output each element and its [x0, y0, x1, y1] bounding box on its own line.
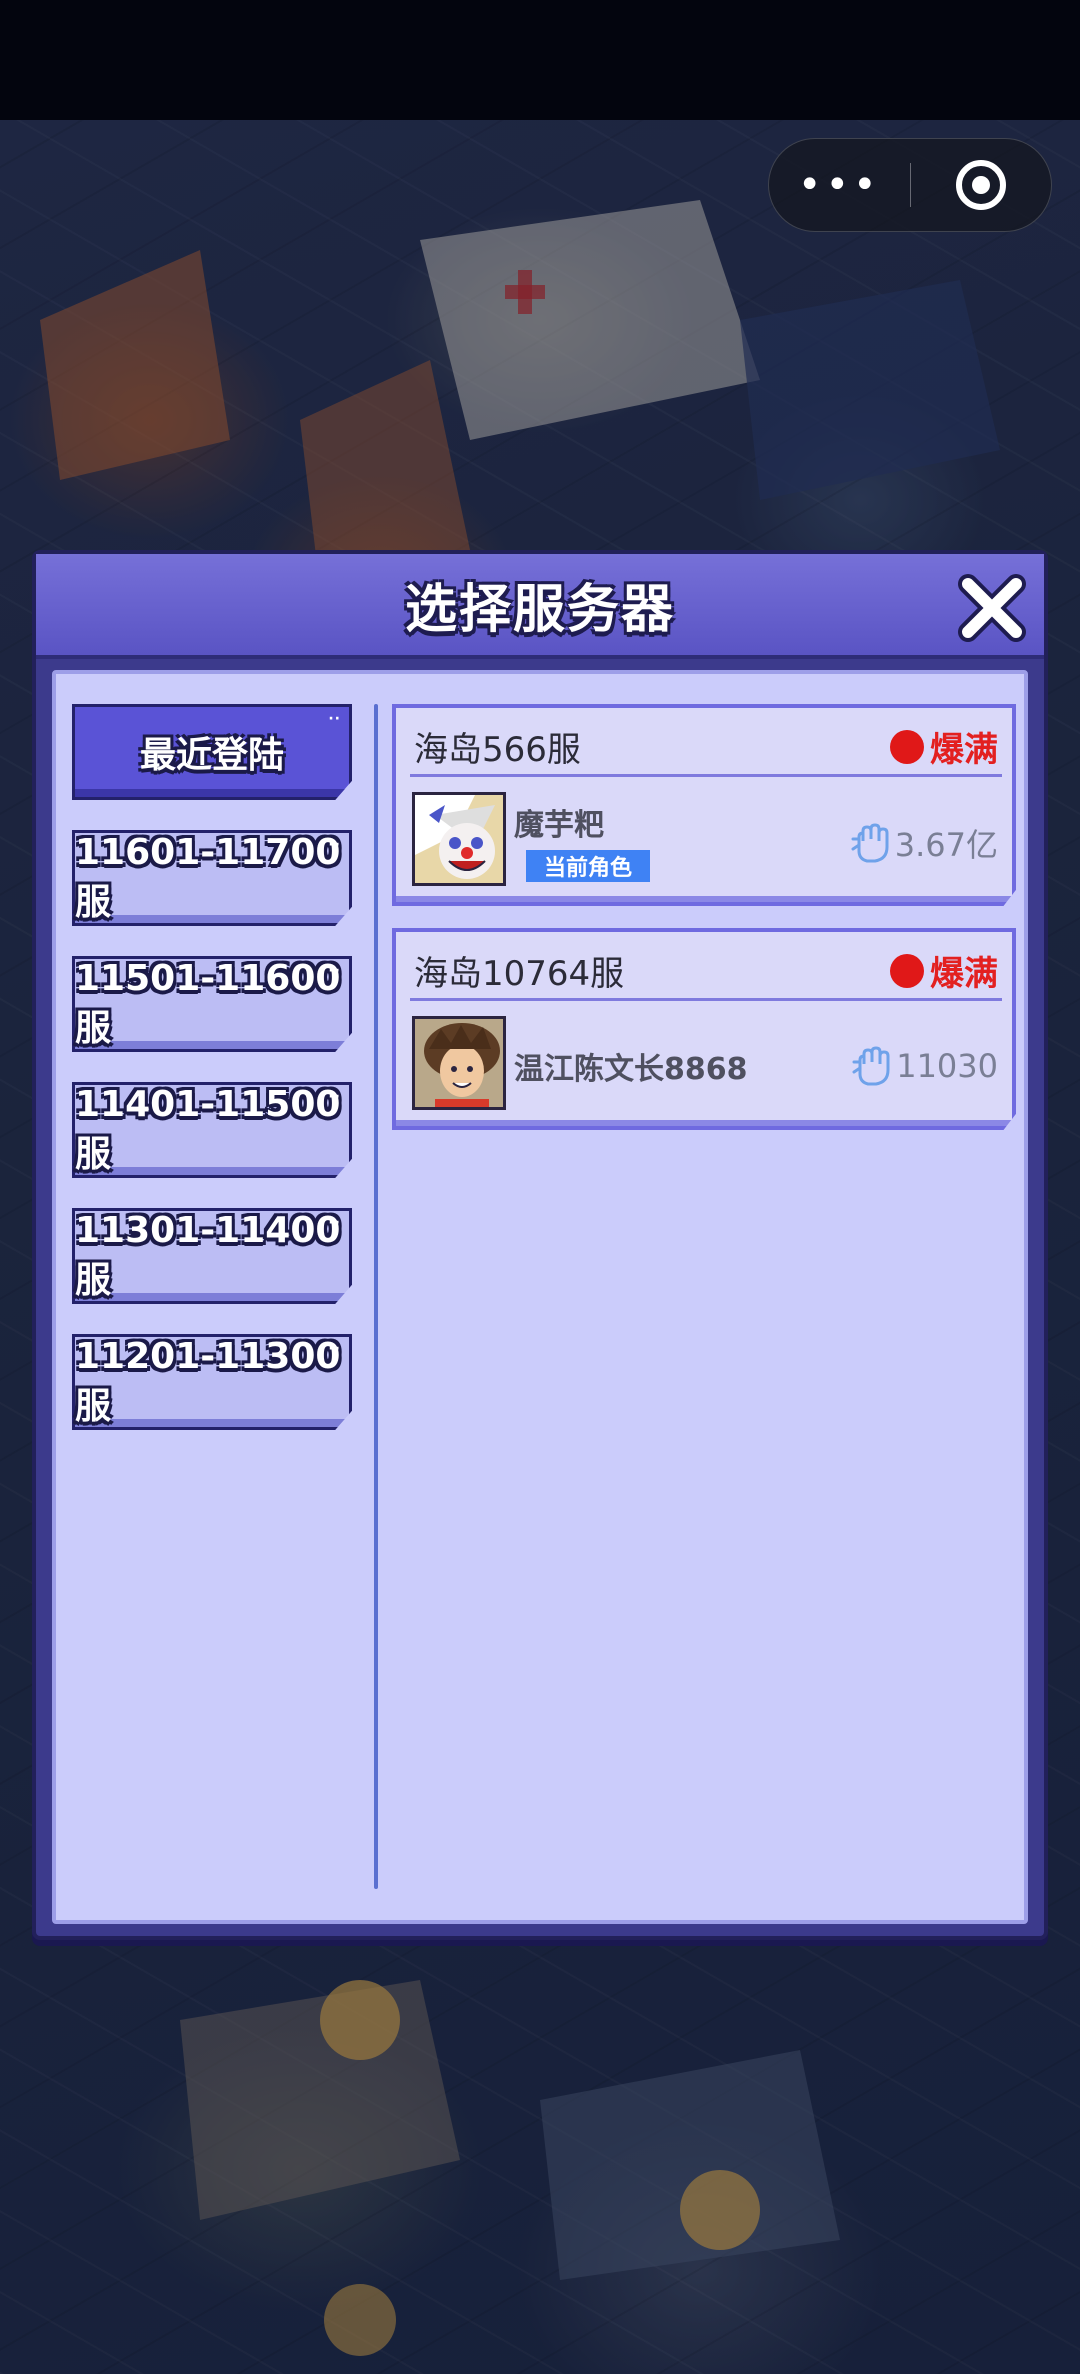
- power-text: 11030: [896, 1047, 998, 1085]
- status-label: 爆满: [930, 730, 998, 770]
- power-text: 3.67亿: [894, 826, 998, 864]
- power-value: 11030: [850, 1044, 998, 1088]
- power-fist-icon: [852, 1046, 890, 1086]
- tab-server-range[interactable]: 11601-11700服 ··: [72, 830, 352, 926]
- dialog-body: 最近登陆 ·· 11601-11700服 ·· 11501-11600服 ·· …: [52, 670, 1028, 1924]
- role-name: 魔芋粑: [514, 808, 604, 843]
- card-divider: [410, 998, 1002, 1001]
- status-dot-icon: [890, 953, 924, 988]
- server-card[interactable]: 海岛10764服 爆满 温江陈文长8868 11030: [392, 928, 1016, 1130]
- column-divider: [374, 704, 378, 1889]
- tab-label: 11301-11400服: [75, 1209, 341, 1301]
- server-name: 海岛566服: [414, 730, 581, 770]
- corner-dots-icon: ··: [328, 1089, 341, 1105]
- status-label: 爆满: [930, 954, 998, 994]
- more-dots-icon[interactable]: •••: [769, 139, 910, 231]
- dialog-title: 选择服务器: [404, 580, 675, 640]
- corner-dots-icon: ··: [328, 963, 341, 979]
- curly-hair-avatar-icon: [412, 1016, 506, 1110]
- target-icon[interactable]: [910, 139, 1051, 231]
- tab-label: 11401-11500服: [75, 1083, 341, 1175]
- tab-recent-login[interactable]: 最近登陆 ··: [72, 704, 352, 800]
- tab-label: 11201-11300服: [75, 1335, 341, 1427]
- clown-avatar-icon: [412, 792, 506, 886]
- server-select-dialog: 选择服务器 最近登陆 ·· 11601-11700服 ·· 11501-1160…: [32, 550, 1048, 1940]
- tab-label: 最近登陆: [139, 735, 284, 776]
- status-dot-icon: [890, 729, 924, 764]
- server-name: 海岛10764服: [414, 954, 625, 994]
- dialog-header: 选择服务器: [36, 554, 1044, 659]
- corner-dots-icon: ··: [328, 1341, 341, 1357]
- power-value: 3.67亿: [849, 820, 998, 866]
- corner-dots-icon: ··: [328, 1215, 341, 1231]
- card-divider: [410, 774, 1002, 777]
- corner-dots-icon: ··: [328, 837, 341, 853]
- server-status: 爆满: [890, 946, 998, 995]
- corner-dots-icon: ··: [328, 711, 341, 727]
- current-role-badge: 当前角色: [526, 850, 651, 882]
- power-fist-icon: [851, 823, 889, 863]
- tab-label: 11601-11700服: [75, 831, 341, 923]
- role-name: 温江陈文长8868: [514, 1052, 748, 1087]
- tab-label: 11501-11600服: [75, 957, 341, 1049]
- tab-server-range[interactable]: 11501-11600服 ··: [72, 956, 352, 1052]
- tab-server-range[interactable]: 11401-11500服 ··: [72, 1082, 352, 1178]
- server-card[interactable]: 海岛566服 爆满 魔芋粑 当前角色 3.67亿: [392, 704, 1016, 906]
- close-x-icon[interactable]: [956, 572, 1028, 644]
- server-status: 爆满: [890, 722, 998, 771]
- tab-server-range[interactable]: 11301-11400服 ··: [72, 1208, 352, 1304]
- tab-server-range[interactable]: 11201-11300服 ··: [72, 1334, 352, 1430]
- miniprogram-capsule: •••: [768, 138, 1052, 232]
